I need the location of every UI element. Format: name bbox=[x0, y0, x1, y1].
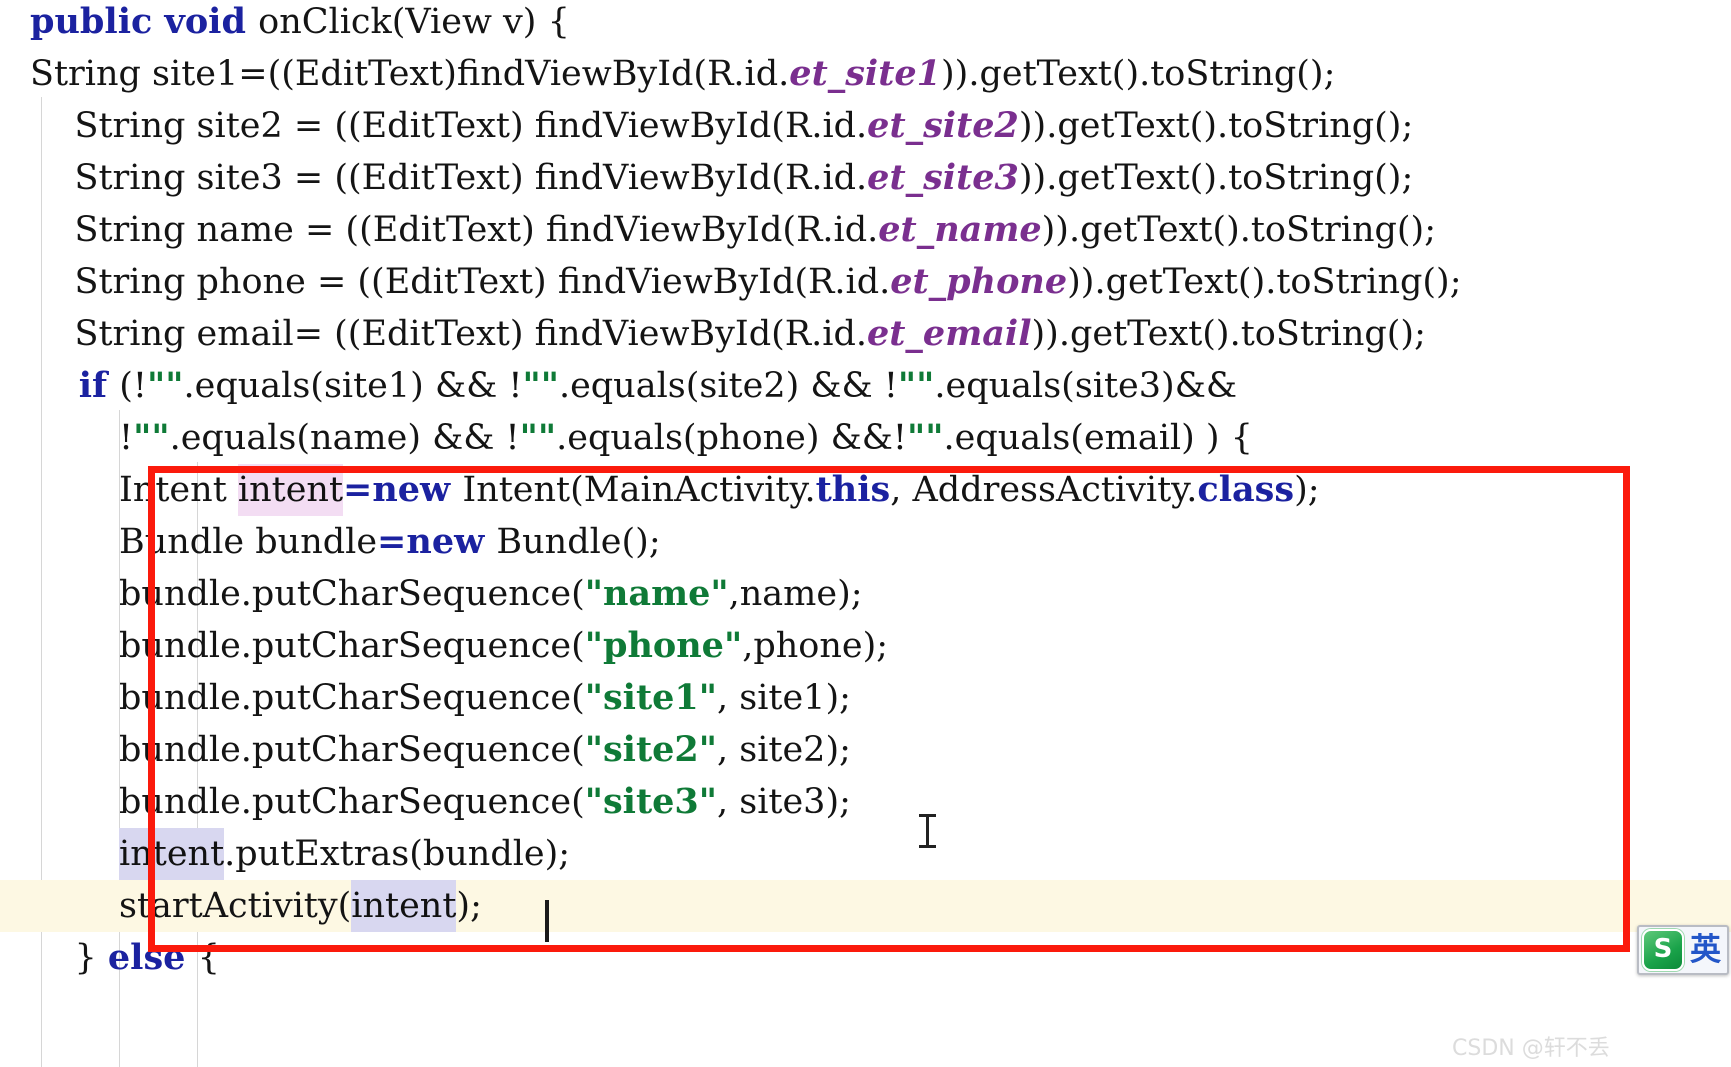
code-token-kw: this bbox=[815, 469, 891, 510]
code-line[interactable]: Bundle bundle=new Bundle(); bbox=[0, 516, 1731, 568]
code-line[interactable]: !"".equals(name) && !"".equals(phone) &&… bbox=[0, 412, 1731, 464]
code-token-plain: Bundle(); bbox=[496, 522, 661, 562]
code-token-plain: .putExtras(bundle); bbox=[224, 834, 571, 874]
code-token-plain: ); bbox=[456, 886, 482, 926]
code-line[interactable]: public void onClick(View v) { bbox=[0, 0, 1731, 48]
code-token-plain: bundle.putCharSequence( bbox=[30, 730, 585, 770]
sogou-ime-toolbar[interactable]: S 英 bbox=[1637, 925, 1729, 975]
code-token-plain: )).getText().toString(); bbox=[1041, 210, 1437, 250]
code-token-plain: .equals(email) ) { bbox=[943, 418, 1253, 458]
code-token-plain: )).getText().toString(); bbox=[1018, 106, 1414, 146]
code-token-str: "site1" bbox=[584, 677, 717, 718]
sogou-logo-icon[interactable]: S bbox=[1642, 929, 1684, 971]
code-token-plain: .equals(phone) &&! bbox=[556, 418, 907, 458]
code-token-str: "" bbox=[897, 365, 935, 406]
ibeam-bottom-bar bbox=[919, 845, 936, 848]
code-token-field: et_email bbox=[867, 313, 1032, 354]
code-token-hl2: intent bbox=[119, 828, 225, 880]
code-line[interactable]: bundle.putCharSequence("site1", site1); bbox=[0, 672, 1731, 724]
code-token-str: "" bbox=[147, 365, 184, 406]
code-token-str: "" bbox=[907, 417, 944, 458]
code-token-kw: public void bbox=[30, 1, 259, 42]
code-token-str: "" bbox=[519, 417, 557, 458]
code-token-plain: ! bbox=[30, 418, 134, 458]
code-token-str: "" bbox=[522, 365, 559, 406]
code-lines-container[interactable]: public void onClick(View v) { String site… bbox=[0, 0, 1731, 1067]
code-token-plain: )).getText().toString(); bbox=[1018, 158, 1414, 198]
code-line[interactable]: bundle.putCharSequence("phone",phone); bbox=[0, 620, 1731, 672]
code-token-plain: , AddressActivity. bbox=[890, 470, 1198, 510]
code-token-str: "name" bbox=[584, 573, 729, 614]
code-token-str: "site2" bbox=[584, 729, 717, 770]
code-editor-screenshot: public void onClick(View v) { String site… bbox=[0, 0, 1731, 1067]
code-line[interactable]: if (!"".equals(site1) && !"".equals(site… bbox=[0, 360, 1731, 412]
code-token-plain: .equals(site1) && ! bbox=[183, 366, 523, 406]
code-token-plain: (! bbox=[119, 366, 148, 406]
code-token-plain: { bbox=[197, 938, 220, 978]
code-line[interactable]: String phone = ((EditText) findViewById(… bbox=[0, 256, 1731, 308]
code-token-plain: .equals(name) && ! bbox=[169, 418, 520, 458]
code-token-plain: onClick(View v) { bbox=[258, 2, 570, 42]
ime-mode-label[interactable]: 英 bbox=[1690, 931, 1721, 969]
code-line[interactable]: intent.putExtras(bundle); bbox=[0, 828, 1731, 880]
mouse-ibeam-cursor bbox=[918, 812, 936, 850]
code-token-kw: =new bbox=[377, 521, 497, 562]
code-token-plain: String site3 = ((EditText) findViewById(… bbox=[30, 158, 868, 198]
code-token-plain: )).getText().toString(); bbox=[1067, 262, 1462, 302]
code-token-plain: bundle.putCharSequence( bbox=[30, 782, 585, 822]
code-token-plain: ,phone); bbox=[742, 626, 889, 666]
code-token-plain: String phone = ((EditText) findViewById(… bbox=[30, 262, 891, 302]
code-line[interactable]: Intent intent=new Intent(MainActivity.th… bbox=[0, 464, 1731, 516]
code-token-field: et_site2 bbox=[867, 105, 1019, 146]
code-line[interactable]: String site3 = ((EditText) findViewById(… bbox=[0, 152, 1731, 204]
code-line[interactable]: bundle.putCharSequence("site2", site2); bbox=[0, 724, 1731, 776]
code-line[interactable]: String email= ((EditText) findViewById(R… bbox=[0, 308, 1731, 360]
code-token-str: "" bbox=[133, 417, 170, 458]
code-token-str: "site3" bbox=[584, 781, 717, 822]
code-token-plain: } bbox=[30, 938, 108, 978]
code-token-plain: ,name); bbox=[728, 574, 863, 614]
code-token-kw: =new bbox=[343, 469, 463, 510]
code-token-plain: )).getText().toString(); bbox=[941, 54, 1336, 94]
code-token-plain: Bundle bundle bbox=[30, 522, 378, 562]
code-token-hl: intent bbox=[237, 464, 344, 516]
code-token-plain: Intent bbox=[30, 470, 238, 510]
code-token-plain: String name = ((EditText) findViewById(R… bbox=[30, 210, 879, 250]
code-token-plain: bundle.putCharSequence( bbox=[30, 574, 585, 614]
code-token-kw: class bbox=[1197, 469, 1295, 510]
code-token-str: "phone" bbox=[584, 625, 743, 666]
code-line[interactable]: String name = ((EditText) findViewById(R… bbox=[0, 204, 1731, 256]
code-line[interactable]: String site1=((EditText)findViewById(R.i… bbox=[0, 48, 1731, 100]
code-token-field: et_site3 bbox=[867, 157, 1019, 198]
code-token-field: et_site1 bbox=[789, 53, 942, 94]
code-line[interactable]: String site2 = ((EditText) findViewById(… bbox=[0, 100, 1731, 152]
code-token-plain: String site2 = ((EditText) findViewById(… bbox=[30, 106, 868, 146]
code-token-plain: ); bbox=[1294, 470, 1320, 510]
code-line[interactable]: bundle.putCharSequence("site3", site3); bbox=[0, 776, 1731, 828]
code-token-plain: , site2); bbox=[717, 730, 851, 770]
code-token-plain: .equals(site3)&& bbox=[934, 366, 1238, 406]
code-token-plain: )).getText().toString(); bbox=[1031, 314, 1426, 354]
code-line[interactable]: startActivity(intent); bbox=[0, 880, 1731, 932]
code-token-plain: , site3); bbox=[717, 782, 851, 822]
csdn-watermark: CSDN @轩不丢 bbox=[1452, 1036, 1610, 1061]
code-line[interactable]: bundle.putCharSequence("name",name); bbox=[0, 568, 1731, 620]
code-token-plain: String email= ((EditText) findViewById(R… bbox=[30, 314, 868, 354]
code-token-plain: startActivity( bbox=[30, 886, 352, 926]
code-token-plain: , site1); bbox=[717, 678, 851, 718]
code-token-plain: bundle.putCharSequence( bbox=[30, 626, 585, 666]
code-token-field: et_name bbox=[878, 209, 1042, 250]
code-token-plain: String site1=((EditText)findViewById(R.i… bbox=[30, 54, 790, 94]
ibeam-stem bbox=[926, 816, 929, 846]
code-token-plain: bundle.putCharSequence( bbox=[30, 678, 585, 718]
code-token-kw: else bbox=[107, 937, 198, 978]
code-token-field: et_phone bbox=[890, 261, 1068, 302]
code-token-plain: Intent(MainActivity. bbox=[462, 470, 816, 510]
text-caret bbox=[545, 900, 549, 942]
code-line[interactable]: } else { bbox=[0, 932, 1731, 984]
code-token-kw: if bbox=[30, 365, 120, 406]
code-token-hl2: intent bbox=[351, 880, 457, 932]
code-token-plain: .equals(site2) && ! bbox=[558, 366, 898, 406]
